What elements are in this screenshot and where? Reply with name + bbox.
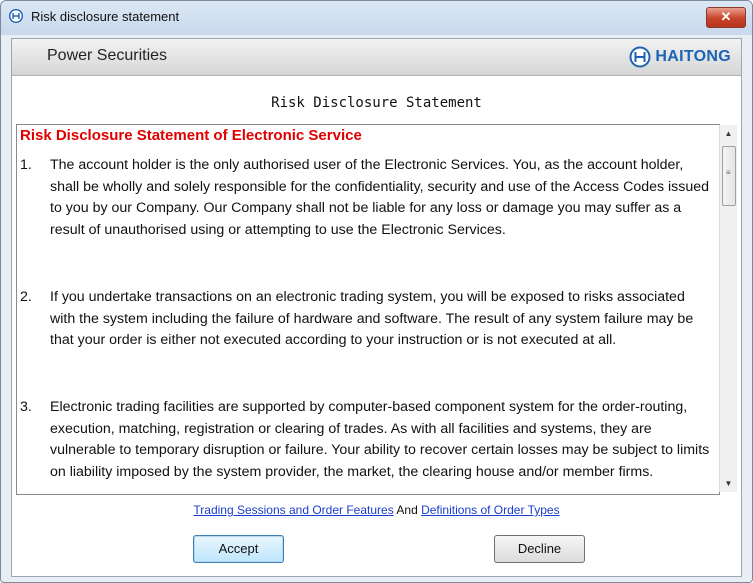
item-text: The account holder is the only authorise… (50, 157, 710, 238)
trading-sessions-link[interactable]: Trading Sessions and Order Features (193, 503, 393, 517)
disclosure-item: 2. If you undertake transactions on an e… (20, 287, 710, 352)
order-types-definitions-link[interactable]: Definitions of Order Types (421, 503, 560, 517)
app-logo-icon (9, 9, 23, 23)
item-number: 1. (20, 157, 32, 173)
disclosure-heading: Risk Disclosure Statement of Electronic … (20, 127, 362, 144)
grip-icon: ≡ (726, 168, 731, 177)
logo-text: HAITONG (655, 48, 731, 65)
scroll-up-arrow-icon[interactable]: ▲ (720, 125, 737, 142)
dialog-content-frame: Power Securities HAITONG Risk Disclosure… (11, 38, 742, 577)
disclosure-text-area[interactable]: Risk Disclosure Statement of Electronic … (16, 124, 720, 495)
item-number: 3. (20, 399, 32, 415)
accept-button[interactable]: Accept (193, 535, 284, 563)
item-number: 2. (20, 289, 32, 305)
scroll-thumb[interactable]: ≡ (722, 146, 736, 206)
close-button[interactable]: ✕ (706, 7, 746, 28)
item-text: If you undertake transactions on an elec… (50, 289, 694, 348)
haitong-logo: HAITONG (629, 45, 731, 69)
links-separator: And (396, 503, 418, 517)
disclosure-item: 3. Electronic trading facilities are sup… (20, 397, 710, 483)
window-title: Risk disclosure statement (31, 9, 180, 24)
item-text: Electronic trading facilities are suppor… (50, 399, 710, 480)
document-title: Risk Disclosure Statement (271, 95, 482, 111)
scroll-down-arrow-icon[interactable]: ▼ (720, 475, 737, 492)
disclosure-item: 1. The account holder is the only author… (20, 155, 710, 241)
haitong-logo-icon (629, 46, 651, 68)
brand-name: Power Securities (47, 47, 168, 64)
links-row: Trading Sessions and Order Features And … (12, 503, 741, 517)
title-bar[interactable]: Risk disclosure statement ✕ (1, 1, 752, 35)
brand-bar: Power Securities HAITONG (12, 39, 741, 76)
vertical-scrollbar[interactable]: ▲ ≡ ▼ (719, 125, 737, 492)
decline-button[interactable]: Decline (494, 535, 585, 563)
dialog-window: Risk disclosure statement ✕ Power Securi… (0, 0, 753, 583)
